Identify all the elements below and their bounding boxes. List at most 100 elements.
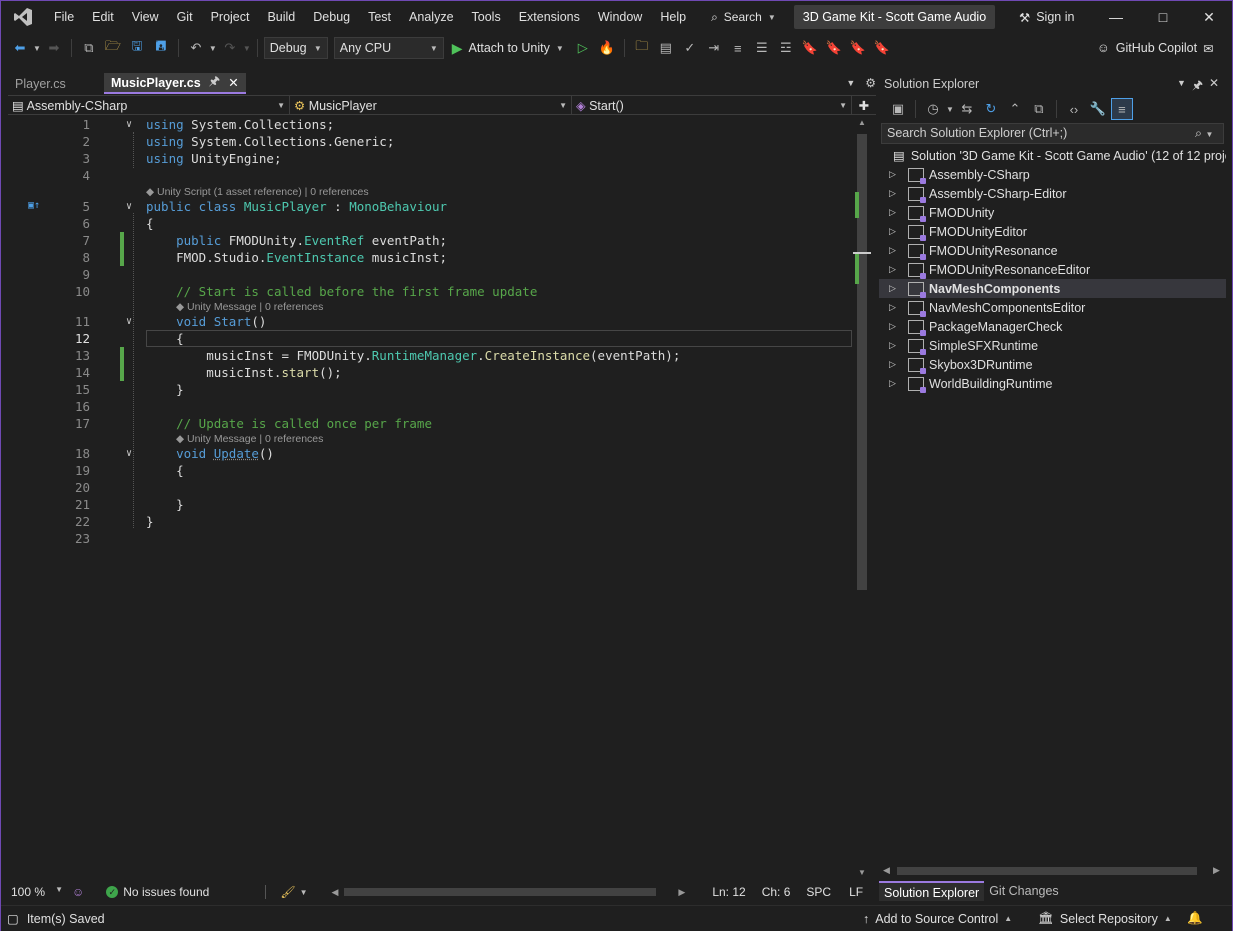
whitespace-indicator[interactable]: SPC	[806, 885, 831, 899]
output-window-icon[interactable]: ▢	[7, 911, 19, 926]
tree-solution-root[interactable]: ▤ Solution '3D Game Kit - Scott Game Aud…	[879, 146, 1226, 165]
feedback-icon[interactable]: ✉	[1203, 41, 1213, 56]
tree-project-item[interactable]: ▷ FMODUnityResonanceEditor	[879, 260, 1226, 279]
solution-folder-icon[interactable]: 🗀	[631, 37, 653, 59]
unity-script-marker-icon[interactable]: ▣↑	[28, 200, 40, 211]
sign-in-button[interactable]: ⚒ Sign in	[1019, 1, 1074, 33]
scroll-left-icon[interactable]: ◀	[331, 887, 338, 898]
source-control-button[interactable]: ↑ Add to Source Control ▲	[863, 912, 1012, 926]
expand-arrow-icon[interactable]: ▷	[889, 207, 899, 218]
expand-arrow-icon[interactable]: ▷	[889, 169, 899, 180]
preview-selected-icon[interactable]: ≡	[1110, 98, 1133, 120]
step-icon[interactable]: ⇥	[703, 37, 725, 59]
expand-arrow-icon[interactable]: ▷	[889, 245, 899, 256]
save-all-icon[interactable]: 🖪	[150, 37, 172, 59]
tree-project-item[interactable]: ▷ WorldBuildingRuntime	[879, 374, 1226, 393]
scroll-right-icon[interactable]: ▶	[678, 887, 685, 898]
next-bookmark-icon[interactable]: 🔖	[847, 37, 869, 59]
fold-chevron-icon[interactable]: ∨	[126, 445, 132, 462]
attach-to-unity-button[interactable]: ▶ Attach to Unity ▼	[446, 40, 570, 57]
menu-window[interactable]: Window	[589, 1, 651, 33]
menu-test[interactable]: Test	[359, 1, 400, 33]
tree-project-item[interactable]: ▷ NavMeshComponentsEditor	[879, 298, 1226, 317]
fold-chevron-icon[interactable]: ∨	[126, 313, 132, 330]
line-ending-indicator[interactable]: LF	[849, 885, 863, 899]
switch-views-icon[interactable]: ▣	[887, 98, 909, 120]
comment-icon[interactable]: ☰	[751, 37, 773, 59]
chevron-down-icon[interactable]: ▼	[243, 44, 251, 53]
sync-icon[interactable]: ⇆	[956, 98, 978, 120]
expand-arrow-icon[interactable]: ▷	[889, 302, 899, 313]
redo-icon[interactable]: ↷	[219, 37, 241, 59]
view-code-icon[interactable]: ‹›	[1063, 98, 1085, 120]
prev-bookmark-icon[interactable]: 🔖	[823, 37, 845, 59]
panel-options-icon[interactable]: ▼	[1177, 78, 1186, 88]
line-indicator[interactable]: Ln: 12	[712, 885, 745, 899]
menu-file[interactable]: File	[45, 1, 83, 33]
expand-arrow-icon[interactable]: ▷	[889, 321, 899, 332]
member-dropdown[interactable]: ◈ Start() ▼	[572, 96, 852, 115]
notifications-bell-icon[interactable]: 🔔	[1187, 911, 1203, 926]
search-button[interactable]: ⌕ Search ▼	[703, 5, 784, 29]
type-dropdown[interactable]: ⚙ MusicPlayer ▼	[290, 96, 572, 115]
new-item-icon[interactable]: ⧉	[78, 37, 100, 59]
tree-project-item[interactable]: ▷ PackageManagerCheck	[879, 317, 1226, 336]
horizontal-scrollbar-thumb[interactable]	[897, 867, 1197, 875]
menu-build[interactable]: Build	[258, 1, 304, 33]
platform-dropdown[interactable]: Any CPU ▼	[333, 37, 444, 59]
code-editor[interactable]: ▣↑ 1 2 3 4 5 6 7 8 9 10 11 12 13 14 15 1…	[8, 116, 853, 882]
scroll-left-icon[interactable]: ◀	[883, 865, 890, 876]
bookmark-icon[interactable]: 🔖	[799, 37, 821, 59]
expand-arrow-icon[interactable]: ▷	[889, 226, 899, 237]
layout-icon[interactable]: ▤	[655, 37, 677, 59]
github-copilot-button[interactable]: ☺ GitHub Copilot ✉	[1097, 37, 1214, 59]
scroll-up-icon[interactable]: ▲	[858, 118, 866, 127]
pin-icon[interactable]: 🖈	[209, 72, 221, 93]
tree-project-item-selected[interactable]: ▷ NavMeshComponents	[879, 279, 1226, 298]
properties-wrench-icon[interactable]: 🔧	[1087, 98, 1109, 120]
tree-project-item[interactable]: ▷ FMODUnityEditor	[879, 222, 1226, 241]
codelens-hint[interactable]: ◆ Unity Script (1 asset reference) | 0 r…	[146, 185, 369, 199]
expand-arrow-icon[interactable]: ▷	[889, 340, 899, 351]
chevron-down-icon[interactable]: ▼	[300, 888, 308, 897]
tab-git-changes[interactable]: Git Changes	[984, 881, 1063, 901]
repository-button[interactable]: 🏛 Select Repository ▲	[1038, 911, 1172, 926]
scroll-down-icon[interactable]: ▼	[858, 868, 866, 877]
expand-arrow-icon[interactable]: ▷	[889, 378, 899, 389]
show-all-files-icon[interactable]: ⧉	[1028, 98, 1050, 120]
save-icon[interactable]: 🖫	[126, 37, 148, 59]
menu-extensions[interactable]: Extensions	[510, 1, 589, 33]
tree-project-item[interactable]: ▷ FMODUnityResonance	[879, 241, 1226, 260]
fold-chevron-icon[interactable]: ∨	[126, 198, 132, 215]
expand-arrow-icon[interactable]: ▷	[889, 264, 899, 275]
format-icon[interactable]: ≡	[727, 37, 749, 59]
tab-player-cs[interactable]: Player.cs	[8, 73, 104, 94]
expand-arrow-icon[interactable]: ▷	[889, 188, 899, 199]
tree-project-item[interactable]: ▷ Assembly-CSharp	[879, 165, 1226, 184]
minimize-button[interactable]: —	[1093, 1, 1139, 33]
menu-help[interactable]: Help	[651, 1, 695, 33]
open-folder-icon[interactable]: 🗁	[102, 37, 124, 59]
expand-arrow-icon[interactable]: ▷	[889, 359, 899, 370]
solution-search-input[interactable]: Search Solution Explorer (Ctrl+;) ⌕ ▼	[881, 123, 1224, 144]
undo-icon[interactable]: ↶	[185, 37, 207, 59]
close-window-button[interactable]: ✕	[1186, 1, 1232, 33]
issues-indicator[interactable]: ✓ No issues found	[106, 885, 209, 899]
tree-project-item[interactable]: ▷ Assembly-CSharp-Editor	[879, 184, 1226, 203]
maximize-button[interactable]: □	[1140, 1, 1186, 33]
settings-gear-icon[interactable]: ⚙	[865, 73, 876, 94]
codelens-hint[interactable]: ◆ Unity Message | 0 references	[176, 432, 323, 446]
codelens-hint[interactable]: ◆ Unity Message | 0 references	[176, 300, 323, 314]
menu-analyze[interactable]: Analyze	[400, 1, 462, 33]
uncomment-icon[interactable]: ☲	[775, 37, 797, 59]
close-panel-icon[interactable]: ✕	[1209, 76, 1219, 90]
forward-icon[interactable]: ➡	[43, 37, 65, 59]
menu-edit[interactable]: Edit	[83, 1, 123, 33]
scroll-right-icon[interactable]: ▶	[1213, 865, 1220, 876]
tree-project-item[interactable]: ▷ SimpleSFXRuntime	[879, 336, 1226, 355]
back-icon[interactable]: ⬅	[9, 37, 31, 59]
start-without-debugging-icon[interactable]: ▷	[572, 37, 594, 59]
zoom-dropdown[interactable]: 100 % ▼	[8, 885, 66, 899]
menu-debug[interactable]: Debug	[304, 1, 359, 33]
copilot-status-icon[interactable]: ☺	[72, 885, 84, 899]
